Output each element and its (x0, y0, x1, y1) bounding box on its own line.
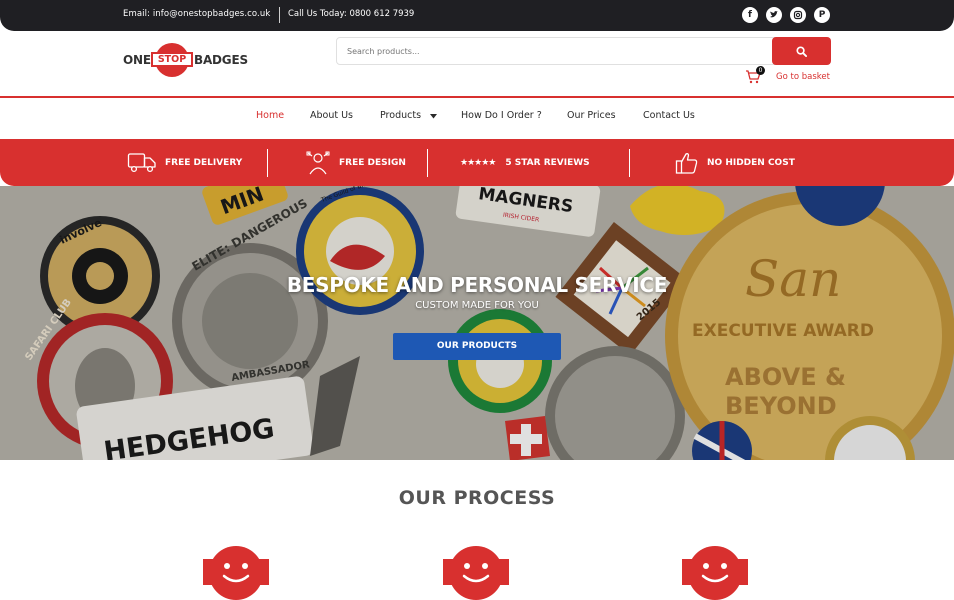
logo-word-stop: STOP (151, 52, 193, 67)
nav-our-prices[interactable]: Our Prices (567, 110, 616, 121)
hero-title: BESPOKE AND PERSONAL SERVICE (286, 273, 668, 297)
feature-divider (629, 149, 630, 177)
contact-email[interactable]: Email: info@onestopbadges.co.uk (123, 9, 270, 19)
delivery-truck-icon (127, 152, 156, 172)
pinterest-icon[interactable]: P (814, 7, 830, 23)
feature-divider (427, 149, 428, 177)
process-title: OUR PROCESS (398, 487, 556, 509)
search-input[interactable] (336, 37, 776, 65)
nav-products[interactable]: Products (380, 110, 421, 121)
our-products-button[interactable]: OUR PRODUCTS (393, 333, 561, 360)
contact-phone[interactable]: Call Us Today: 0800 612 7939 (288, 9, 414, 19)
nav-home[interactable]: Home (256, 110, 284, 121)
topbar-divider (279, 7, 280, 23)
top-bar: Email: info@onestopbadges.co.uk Call Us … (0, 0, 954, 31)
smiley-face-icon (443, 546, 509, 600)
search-icon (796, 45, 807, 57)
instagram-icon[interactable] (790, 7, 806, 23)
thumbs-up-icon (675, 152, 698, 174)
logo-word-one: ONE (123, 53, 151, 67)
design-icon (306, 151, 330, 174)
chevron-down-icon[interactable] (430, 114, 437, 119)
nav-about-us[interactable]: About Us (310, 110, 353, 121)
twitter-icon[interactable] (766, 7, 782, 23)
smiley-face-icon (203, 546, 269, 600)
basket-count-badge: 0 (756, 66, 765, 75)
nav-contact-us[interactable]: Contact Us (643, 110, 695, 121)
feature-5-star-reviews: ★★★★★ 5 STAR REVIEWS (460, 139, 590, 186)
logo-word-badges: BADGES (194, 53, 248, 67)
smiley-face-icon (682, 546, 748, 600)
facebook-icon[interactable]: f (742, 7, 758, 23)
hero-banner: involve MIN ELITE: DANGEROUS AMBASSADOR … (0, 186, 954, 460)
feature-label: FREE DELIVERY (165, 157, 243, 168)
stars-icon: ★★★★★ (460, 157, 496, 168)
features-bar: FREE DELIVERY FREE DESIGN ★★★★★ 5 STAR R… (0, 139, 954, 186)
feature-free-design: FREE DESIGN (305, 139, 406, 186)
feature-free-delivery: FREE DELIVERY (127, 139, 242, 186)
hero-badges-image: involve MIN ELITE: DANGEROUS AMBASSADOR … (0, 186, 954, 460)
feature-divider (267, 149, 268, 177)
feature-no-hidden-cost: NO HIDDEN COST (675, 139, 795, 186)
search-button[interactable] (772, 37, 831, 65)
site-logo[interactable]: ONE STOP BADGES (123, 43, 248, 77)
go-to-basket-link[interactable]: Go to basket (776, 72, 830, 82)
feature-label: FREE DESIGN (339, 157, 406, 168)
feature-label: 5 STAR REVIEWS (505, 157, 590, 168)
feature-label: NO HIDDEN COST (707, 157, 795, 168)
header-divider (0, 96, 954, 98)
hero-subtitle: CUSTOM MADE FOR YOU (415, 300, 539, 311)
nav-how-do-i-order[interactable]: How Do I Order ? (461, 110, 542, 121)
